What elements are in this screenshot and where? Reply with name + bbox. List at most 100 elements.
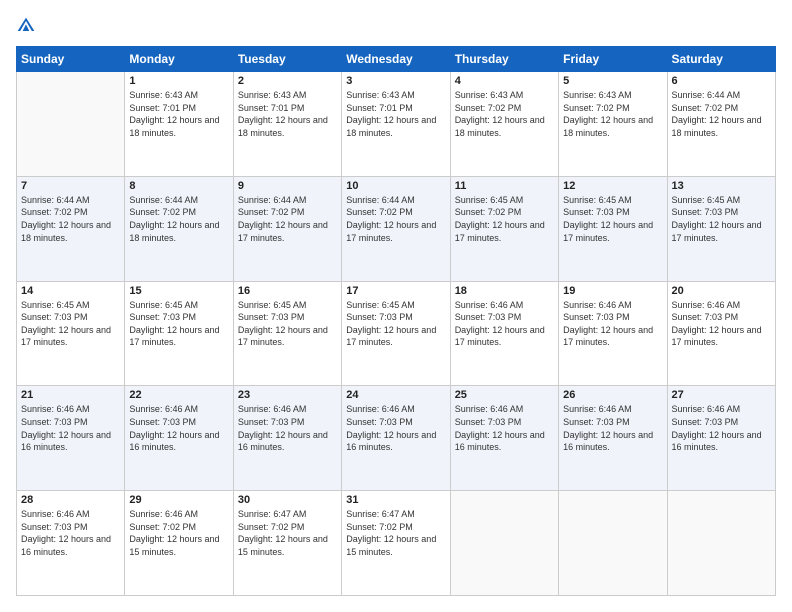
header bbox=[16, 16, 776, 36]
cell-sunrise: Sunrise: 6:45 AM bbox=[129, 299, 228, 312]
calendar-cell: 3 Sunrise: 6:43 AM Sunset: 7:01 PM Dayli… bbox=[342, 72, 450, 177]
cell-info: Sunrise: 6:44 AM Sunset: 7:02 PM Dayligh… bbox=[129, 194, 228, 244]
cell-sunrise: Sunrise: 6:46 AM bbox=[21, 403, 120, 416]
calendar-cell: 17 Sunrise: 6:45 AM Sunset: 7:03 PM Dayl… bbox=[342, 281, 450, 386]
cell-sunset: Sunset: 7:03 PM bbox=[238, 416, 337, 429]
cell-info: Sunrise: 6:44 AM Sunset: 7:02 PM Dayligh… bbox=[238, 194, 337, 244]
cell-daylight: Daylight: 12 hours and 15 minutes. bbox=[238, 533, 337, 558]
cell-sunrise: Sunrise: 6:44 AM bbox=[129, 194, 228, 207]
calendar-cell: 25 Sunrise: 6:46 AM Sunset: 7:03 PM Dayl… bbox=[450, 386, 558, 491]
cell-info: Sunrise: 6:46 AM Sunset: 7:03 PM Dayligh… bbox=[238, 403, 337, 453]
cell-date: 12 bbox=[563, 180, 662, 192]
logo-icon bbox=[16, 16, 36, 36]
cell-sunrise: Sunrise: 6:46 AM bbox=[129, 403, 228, 416]
cell-daylight: Daylight: 12 hours and 17 minutes. bbox=[129, 324, 228, 349]
cell-sunset: Sunset: 7:03 PM bbox=[672, 416, 771, 429]
cell-daylight: Daylight: 12 hours and 17 minutes. bbox=[672, 324, 771, 349]
calendar-cell: 26 Sunrise: 6:46 AM Sunset: 7:03 PM Dayl… bbox=[559, 386, 667, 491]
calendar-week-row: 28 Sunrise: 6:46 AM Sunset: 7:03 PM Dayl… bbox=[17, 491, 776, 596]
cell-daylight: Daylight: 12 hours and 17 minutes. bbox=[672, 219, 771, 244]
cell-daylight: Daylight: 12 hours and 16 minutes. bbox=[238, 429, 337, 454]
cell-info: Sunrise: 6:47 AM Sunset: 7:02 PM Dayligh… bbox=[238, 508, 337, 558]
cell-info: Sunrise: 6:46 AM Sunset: 7:03 PM Dayligh… bbox=[21, 508, 120, 558]
cell-sunset: Sunset: 7:03 PM bbox=[238, 311, 337, 324]
cell-info: Sunrise: 6:46 AM Sunset: 7:03 PM Dayligh… bbox=[21, 403, 120, 453]
calendar-cell: 6 Sunrise: 6:44 AM Sunset: 7:02 PM Dayli… bbox=[667, 72, 775, 177]
cell-sunrise: Sunrise: 6:46 AM bbox=[672, 299, 771, 312]
calendar-cell bbox=[559, 491, 667, 596]
cell-date: 17 bbox=[346, 285, 445, 297]
cell-sunset: Sunset: 7:02 PM bbox=[672, 102, 771, 115]
cell-date: 8 bbox=[129, 180, 228, 192]
cell-date: 7 bbox=[21, 180, 120, 192]
cell-daylight: Daylight: 12 hours and 17 minutes. bbox=[563, 219, 662, 244]
calendar-cell: 27 Sunrise: 6:46 AM Sunset: 7:03 PM Dayl… bbox=[667, 386, 775, 491]
calendar-cell: 22 Sunrise: 6:46 AM Sunset: 7:03 PM Dayl… bbox=[125, 386, 233, 491]
calendar-header-cell: Saturday bbox=[667, 47, 775, 72]
cell-date: 13 bbox=[672, 180, 771, 192]
cell-daylight: Daylight: 12 hours and 18 minutes. bbox=[563, 114, 662, 139]
cell-sunrise: Sunrise: 6:44 AM bbox=[346, 194, 445, 207]
cell-daylight: Daylight: 12 hours and 16 minutes. bbox=[672, 429, 771, 454]
calendar-cell: 19 Sunrise: 6:46 AM Sunset: 7:03 PM Dayl… bbox=[559, 281, 667, 386]
cell-date: 25 bbox=[455, 389, 554, 401]
cell-sunrise: Sunrise: 6:44 AM bbox=[238, 194, 337, 207]
cell-daylight: Daylight: 12 hours and 18 minutes. bbox=[238, 114, 337, 139]
calendar-cell: 4 Sunrise: 6:43 AM Sunset: 7:02 PM Dayli… bbox=[450, 72, 558, 177]
calendar-cell bbox=[450, 491, 558, 596]
cell-sunset: Sunset: 7:03 PM bbox=[21, 521, 120, 534]
cell-date: 9 bbox=[238, 180, 337, 192]
cell-sunrise: Sunrise: 6:46 AM bbox=[455, 403, 554, 416]
calendar-header-cell: Sunday bbox=[17, 47, 125, 72]
cell-daylight: Daylight: 12 hours and 15 minutes. bbox=[346, 533, 445, 558]
cell-sunset: Sunset: 7:02 PM bbox=[129, 521, 228, 534]
cell-sunrise: Sunrise: 6:43 AM bbox=[346, 89, 445, 102]
cell-info: Sunrise: 6:46 AM Sunset: 7:03 PM Dayligh… bbox=[455, 403, 554, 453]
cell-info: Sunrise: 6:45 AM Sunset: 7:03 PM Dayligh… bbox=[672, 194, 771, 244]
cell-sunrise: Sunrise: 6:44 AM bbox=[21, 194, 120, 207]
cell-date: 22 bbox=[129, 389, 228, 401]
cell-info: Sunrise: 6:46 AM Sunset: 7:03 PM Dayligh… bbox=[672, 403, 771, 453]
cell-info: Sunrise: 6:44 AM Sunset: 7:02 PM Dayligh… bbox=[672, 89, 771, 139]
cell-date: 20 bbox=[672, 285, 771, 297]
cell-sunset: Sunset: 7:03 PM bbox=[129, 311, 228, 324]
cell-sunset: Sunset: 7:02 PM bbox=[455, 206, 554, 219]
cell-sunrise: Sunrise: 6:47 AM bbox=[346, 508, 445, 521]
cell-daylight: Daylight: 12 hours and 17 minutes. bbox=[21, 324, 120, 349]
cell-date: 30 bbox=[238, 494, 337, 506]
calendar-cell: 11 Sunrise: 6:45 AM Sunset: 7:02 PM Dayl… bbox=[450, 176, 558, 281]
cell-sunset: Sunset: 7:02 PM bbox=[455, 102, 554, 115]
calendar-cell: 9 Sunrise: 6:44 AM Sunset: 7:02 PM Dayli… bbox=[233, 176, 341, 281]
cell-info: Sunrise: 6:46 AM Sunset: 7:02 PM Dayligh… bbox=[129, 508, 228, 558]
cell-sunset: Sunset: 7:03 PM bbox=[563, 416, 662, 429]
cell-daylight: Daylight: 12 hours and 16 minutes. bbox=[21, 429, 120, 454]
cell-sunrise: Sunrise: 6:43 AM bbox=[455, 89, 554, 102]
calendar-cell: 23 Sunrise: 6:46 AM Sunset: 7:03 PM Dayl… bbox=[233, 386, 341, 491]
calendar-cell: 28 Sunrise: 6:46 AM Sunset: 7:03 PM Dayl… bbox=[17, 491, 125, 596]
cell-sunset: Sunset: 7:01 PM bbox=[346, 102, 445, 115]
cell-daylight: Daylight: 12 hours and 16 minutes. bbox=[563, 429, 662, 454]
cell-sunrise: Sunrise: 6:45 AM bbox=[563, 194, 662, 207]
cell-sunrise: Sunrise: 6:43 AM bbox=[129, 89, 228, 102]
cell-date: 16 bbox=[238, 285, 337, 297]
calendar-cell: 16 Sunrise: 6:45 AM Sunset: 7:03 PM Dayl… bbox=[233, 281, 341, 386]
cell-sunset: Sunset: 7:03 PM bbox=[672, 206, 771, 219]
cell-info: Sunrise: 6:45 AM Sunset: 7:03 PM Dayligh… bbox=[346, 299, 445, 349]
calendar-cell: 18 Sunrise: 6:46 AM Sunset: 7:03 PM Dayl… bbox=[450, 281, 558, 386]
cell-daylight: Daylight: 12 hours and 17 minutes. bbox=[346, 324, 445, 349]
cell-sunrise: Sunrise: 6:46 AM bbox=[346, 403, 445, 416]
cell-sunrise: Sunrise: 6:46 AM bbox=[21, 508, 120, 521]
cell-sunset: Sunset: 7:02 PM bbox=[238, 521, 337, 534]
cell-daylight: Daylight: 12 hours and 17 minutes. bbox=[563, 324, 662, 349]
cell-sunset: Sunset: 7:03 PM bbox=[563, 206, 662, 219]
cell-sunset: Sunset: 7:03 PM bbox=[346, 311, 445, 324]
calendar-week-row: 7 Sunrise: 6:44 AM Sunset: 7:02 PM Dayli… bbox=[17, 176, 776, 281]
cell-sunrise: Sunrise: 6:46 AM bbox=[129, 508, 228, 521]
cell-info: Sunrise: 6:43 AM Sunset: 7:01 PM Dayligh… bbox=[238, 89, 337, 139]
cell-date: 15 bbox=[129, 285, 228, 297]
cell-daylight: Daylight: 12 hours and 17 minutes. bbox=[455, 219, 554, 244]
cell-sunrise: Sunrise: 6:45 AM bbox=[455, 194, 554, 207]
cell-info: Sunrise: 6:46 AM Sunset: 7:03 PM Dayligh… bbox=[563, 403, 662, 453]
calendar-cell: 13 Sunrise: 6:45 AM Sunset: 7:03 PM Dayl… bbox=[667, 176, 775, 281]
calendar-cell: 30 Sunrise: 6:47 AM Sunset: 7:02 PM Dayl… bbox=[233, 491, 341, 596]
